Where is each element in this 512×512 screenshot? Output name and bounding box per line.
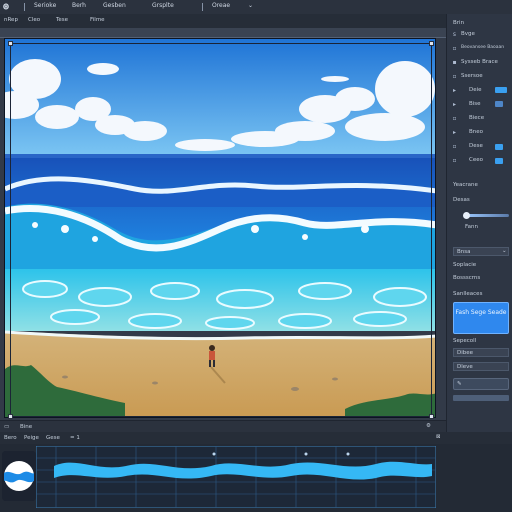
primary-action-button[interactable]: Fash Sege Seade	[453, 302, 509, 334]
input-a-value: Dibee	[457, 350, 474, 356]
timeline-counter: = 1	[70, 435, 80, 441]
toolbar-item-3[interactable]: Tese	[56, 17, 68, 23]
menu-item-5[interactable]: Oreae	[212, 2, 230, 9]
toolbar-item-1[interactable]: nRep	[4, 17, 18, 23]
menu-item-2[interactable]: Berh	[72, 2, 86, 9]
slider-knob[interactable]	[463, 212, 470, 219]
pen-icon: ✎	[457, 381, 462, 387]
panel-row-fann: Fann	[465, 224, 479, 230]
color-swatch-1[interactable]	[495, 87, 507, 93]
panel-row-1[interactable]: Bvge	[461, 31, 475, 37]
chevron-down-icon[interactable]: ⌄	[248, 2, 253, 9]
canvas-image-ocean[interactable]	[4, 38, 436, 418]
menu-item-3[interactable]: Gesben	[103, 2, 126, 9]
slider-label: Desas	[453, 197, 470, 203]
toolbar-item-4[interactable]: Filme	[90, 17, 105, 23]
panel-row-soplacie: Soplacie	[453, 262, 477, 268]
close-icon[interactable]: ⊠	[436, 434, 441, 440]
panel-progress-bar	[453, 395, 509, 401]
ruler	[0, 28, 446, 43]
crop-handle-top-left[interactable]	[8, 41, 13, 46]
timeline-tool-2[interactable]: Peige	[24, 435, 39, 441]
app-logo[interactable]: 🅞	[3, 2, 9, 11]
waveform-track[interactable]	[35, 445, 437, 509]
panel-icon-link[interactable]: ▫	[451, 73, 458, 80]
panel-top-label: Brin	[453, 20, 465, 26]
timeline-tool-3[interactable]: Gese	[46, 435, 60, 441]
panel-icon-box[interactable]: ▫	[451, 157, 458, 164]
panel-icon-arrow[interactable]: ▸	[451, 87, 458, 94]
chevron-down-icon: ⌄	[502, 248, 507, 254]
timeline-header-label: Bine	[20, 424, 33, 430]
input-field-a[interactable]: Dibee	[453, 348, 509, 357]
panel-icon-fill[interactable]: ▪	[451, 59, 458, 66]
opacity-slider[interactable]	[465, 214, 509, 217]
panel-row-8[interactable]: Bneo	[469, 129, 483, 135]
timeline-toolbar: Bero Peige Gese = 1 ⊠	[0, 432, 512, 444]
menu-separator	[24, 3, 25, 11]
panel-icon-arrow[interactable]: ▸	[451, 129, 458, 136]
panel-row-6[interactable]: Bise	[469, 101, 481, 107]
toolbar-item-2[interactable]: Cleo	[28, 17, 40, 23]
menu-separator	[202, 3, 203, 11]
panel-row-10[interactable]: Ceeo	[469, 157, 483, 163]
section-label-1: Yeacrane	[453, 182, 478, 188]
color-swatch-3[interactable]	[495, 144, 503, 150]
timeline-icon[interactable]: ▭	[4, 424, 9, 430]
panel-row-2[interactable]: Beovansee Baoaan	[461, 45, 504, 50]
input-b-value: Dleve	[457, 364, 473, 370]
panel-icon-layer[interactable]: ▫	[451, 45, 458, 52]
pen-tool-button[interactable]: ✎	[453, 378, 509, 390]
panel-row-sepecoll: Sepecoll	[453, 338, 477, 344]
blend-dropdown[interactable]: Bnsa ⌄	[453, 247, 509, 256]
gear-icon[interactable]: ⚙	[426, 423, 431, 429]
crop-handle-bottom-left[interactable]	[8, 414, 13, 419]
panel-row-bossscrns: Bossscrns	[453, 275, 481, 281]
panel-icon-box[interactable]: ▫	[451, 115, 458, 122]
panel-icon-box[interactable]: ▫	[451, 143, 458, 150]
panel-row-5[interactable]: Deie	[469, 87, 482, 93]
timeline-header: ▭ Bine ⚙	[0, 420, 446, 432]
wave-thumbnail[interactable]	[2, 451, 36, 501]
menu-item-4[interactable]: Grsplte	[152, 2, 174, 9]
color-swatch-4[interactable]	[495, 158, 503, 164]
timeline-tool-1[interactable]: Bero	[4, 435, 17, 441]
menu-item-1[interactable]: Serioke	[34, 2, 56, 9]
panel-icon-arrow[interactable]: ▸	[451, 101, 458, 108]
section-label-2: Sanlleaces	[453, 291, 483, 297]
color-swatch-2[interactable]	[495, 101, 503, 107]
crop-handle-top-right[interactable]	[429, 41, 434, 46]
panel-row-3[interactable]: Sysseb Brace	[461, 59, 498, 65]
toolbar: nRep Cleo Tese Filme	[0, 14, 446, 28]
dropdown-value: Bnsa	[457, 249, 471, 255]
crop-handle-bottom-right[interactable]	[429, 414, 434, 419]
panel-icon-s[interactable]: s	[451, 31, 458, 38]
panel-row-4[interactable]: Ssersoe	[461, 73, 483, 79]
panel-row-9[interactable]: Dese	[469, 143, 483, 149]
menubar: 🅞 Serioke Berh Gesben Grsplte Oreae ⌄	[0, 0, 512, 14]
panel-row-7[interactable]: Biece	[469, 115, 484, 121]
input-field-b[interactable]: Dleve	[453, 362, 509, 371]
